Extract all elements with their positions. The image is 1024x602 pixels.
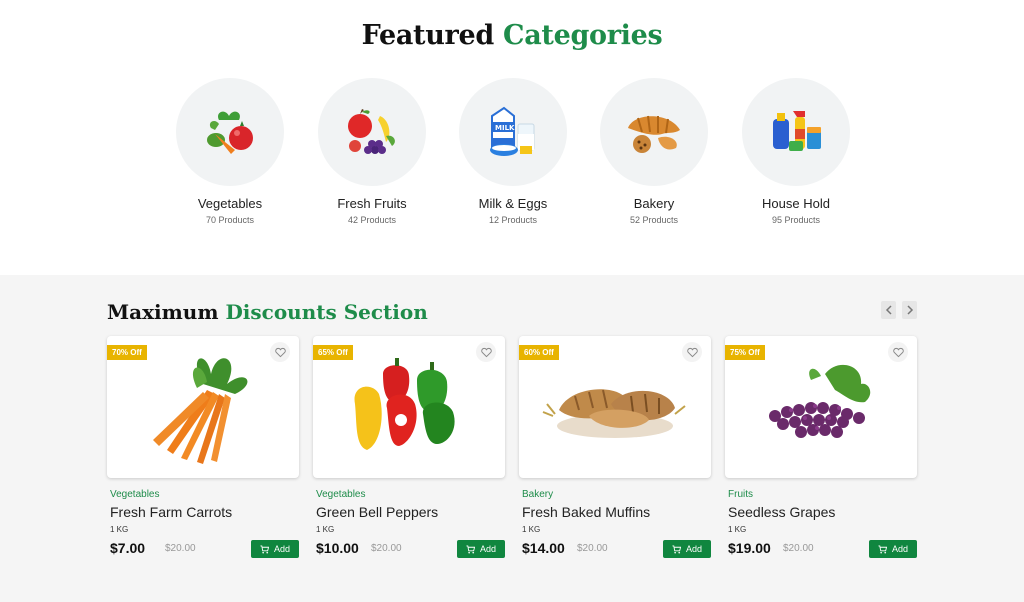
title-part-discounts: Discounts Section (225, 300, 428, 324)
product-category: Vegetables (110, 489, 160, 500)
product-image-frame[interactable]: 75% Off (725, 336, 917, 478)
peppers-image (354, 358, 455, 450)
product-unit: 1 KG (110, 525, 129, 534)
product-old-price: $20.00 (165, 543, 196, 554)
category-name: Fresh Fruits (337, 196, 407, 211)
bread-image (542, 389, 686, 438)
product-unit: 1 KG (522, 525, 541, 534)
product-image-frame[interactable]: 70% Off (107, 336, 299, 478)
product-card[interactable]: 65% Off Vegetables Green Bell Peppers 1 … (313, 336, 505, 558)
category-fresh-fruits[interactable]: Fresh Fruits 42 Products (318, 78, 426, 225)
product-price-row: $7.00 $20.00 Add (110, 540, 299, 558)
household-icon (742, 78, 850, 186)
category-count: 12 Products (488, 215, 538, 225)
featured-categories-title: Featured Categories (0, 20, 1024, 51)
milk-eggs-icon: MILK (459, 78, 567, 186)
chevron-left-icon (885, 305, 892, 315)
product-name[interactable]: Fresh Farm Carrots (110, 504, 299, 520)
product-category: Vegetables (316, 489, 366, 500)
category-milk-eggs[interactable]: MILK Milk & Eggs 12 Products (459, 78, 567, 225)
product-card[interactable]: 60% Off Bakery Fresh Baked Muffins 1 KG … (519, 336, 711, 558)
add-button-label: Add (273, 544, 290, 554)
product-old-price: $20.00 (371, 543, 402, 554)
cart-icon (672, 544, 681, 553)
product-old-price: $20.00 (577, 543, 608, 554)
add-button-label: Add (685, 544, 702, 554)
product-card[interactable]: 70% Off Vegetables Fresh Farm Carrots 1 … (107, 336, 299, 558)
svg-text:MILK: MILK (495, 124, 515, 132)
product-price: $10.00 (316, 540, 359, 556)
add-button-label: Add (479, 544, 496, 554)
cart-icon (878, 544, 887, 553)
carousel-next-button[interactable] (902, 301, 917, 319)
category-vegetables[interactable]: Vegetables 70 Products (176, 78, 284, 225)
cart-icon (466, 544, 475, 553)
title-part-categories: Categories (503, 20, 663, 51)
discounts-title: Maximum Discounts Section (107, 300, 428, 324)
add-to-cart-button[interactable]: Add (663, 540, 711, 558)
product-card[interactable]: 75% Off Fruits Seedless Grapes 1 KG $19.… (725, 336, 917, 558)
product-category: Fruits (728, 489, 753, 500)
discounts-section: Maximum Discounts Section 70% Off Vegeta… (0, 275, 1024, 602)
product-name[interactable]: Seedless Grapes (728, 504, 917, 520)
fruits-icon (318, 78, 426, 186)
product-unit: 1 KG (728, 525, 747, 534)
product-price-row: $14.00 $20.00 Add (522, 540, 711, 558)
product-name[interactable]: Fresh Baked Muffins (522, 504, 711, 520)
category-count: 42 Products (347, 215, 397, 225)
vegetables-icon (176, 78, 284, 186)
carousel-prev-button[interactable] (881, 301, 896, 319)
category-name: Vegetables (197, 196, 263, 211)
featured-categories-section: Featured Categories Vegetables 70 Produc… (0, 0, 1024, 275)
title-part-featured: Featured (361, 20, 495, 51)
add-to-cart-button[interactable]: Add (251, 540, 299, 558)
add-button-label: Add (891, 544, 908, 554)
product-price: $14.00 (522, 540, 565, 556)
bakery-icon (600, 78, 708, 186)
product-price: $7.00 (110, 540, 146, 556)
category-count: 70 Products (205, 215, 255, 225)
product-name[interactable]: Green Bell Peppers (316, 504, 505, 520)
product-price-row: $10.00 $20.00 Add (316, 540, 505, 558)
category-bakery[interactable]: Bakery 52 Products (600, 78, 708, 225)
chevron-right-icon (906, 305, 913, 315)
carrots-image (153, 358, 248, 464)
product-old-price: $20.00 (783, 543, 814, 554)
title-part-maximum: Maximum (107, 300, 219, 324)
grapes-image (769, 364, 871, 438)
product-image-frame[interactable]: 65% Off (313, 336, 505, 478)
product-unit: 1 KG (316, 525, 335, 534)
category-count: 52 Products (629, 215, 679, 225)
add-to-cart-button[interactable]: Add (869, 540, 917, 558)
category-count: 95 Products (771, 215, 821, 225)
category-name: Milk & Eggs (478, 196, 548, 211)
category-name: House Hold (762, 196, 830, 211)
product-price: $19.00 (728, 540, 771, 556)
category-house-hold[interactable]: House Hold 95 Products (742, 78, 850, 225)
category-name: Bakery (633, 196, 675, 211)
add-to-cart-button[interactable]: Add (457, 540, 505, 558)
product-category: Bakery (522, 489, 554, 500)
product-price-row: $19.00 $20.00 Add (728, 540, 917, 558)
product-image-frame[interactable]: 60% Off (519, 336, 711, 478)
cart-icon (260, 544, 269, 553)
